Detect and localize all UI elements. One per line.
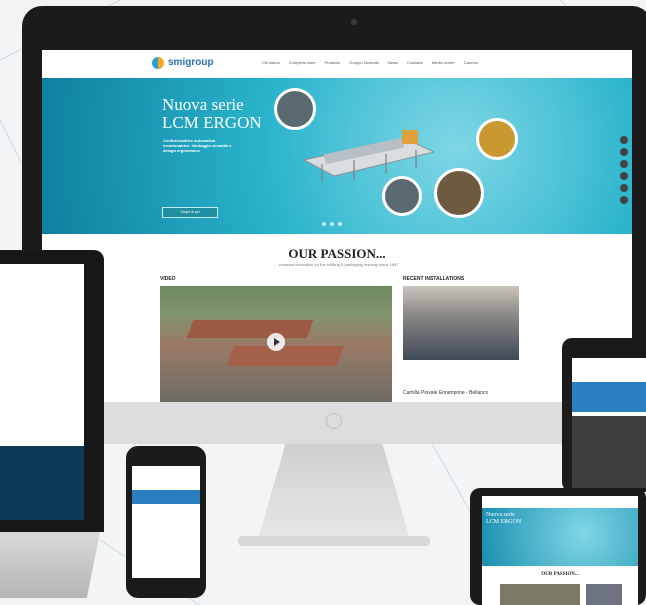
- small-tablet-video: [500, 584, 580, 605]
- nav-item[interactable]: Media center: [432, 60, 455, 65]
- installation-caption[interactable]: Camilla Piovale Enrampone - Bellanco: [403, 390, 488, 396]
- hero-title-line2: LCM ERGON: [162, 113, 262, 132]
- hero-bubble-2: [476, 118, 518, 160]
- nav-item[interactable]: News: [388, 60, 398, 65]
- small-tablet-frame: Nuova serie LCM ERGON OUR PASSION...: [470, 488, 646, 605]
- imac-screen: smigroup Chi siamo Completo linee Produc…: [42, 50, 632, 402]
- nav-item[interactable]: Gruppo Normale: [349, 60, 379, 65]
- hero-title: Nuova serie LCM ERGON: [162, 96, 262, 132]
- laptop-screen-footer: [0, 446, 84, 520]
- nav-item[interactable]: Chi siamo: [262, 60, 280, 65]
- slider-dots[interactable]: [322, 222, 342, 226]
- apple-logo-icon: [326, 413, 342, 429]
- nav-item[interactable]: Careers: [464, 60, 478, 65]
- passion-heading: OUR PASSION...: [288, 246, 386, 261]
- passion-subheading: ...constant innovation for the bottling …: [275, 262, 399, 267]
- hero-subtitle: Confezionatrice automatica incartonatric…: [163, 138, 232, 153]
- hero-slider: Nuova serie LCM ERGON Confezionatrice au…: [42, 78, 632, 234]
- small-tablet-screen: Nuova serie LCM ERGON OUR PASSION...: [482, 496, 638, 605]
- imac-camera: [351, 19, 357, 25]
- phone-banner: [132, 490, 200, 504]
- hero-cta-button[interactable]: Scopri di più: [162, 207, 218, 218]
- video-label: VIDEO: [160, 276, 176, 282]
- hero-bubble-1: [274, 88, 316, 130]
- phone-frame: [126, 446, 206, 598]
- nav-item[interactable]: Completo linee: [289, 60, 316, 65]
- imac-stand-foot: [238, 536, 430, 546]
- main-nav: Chi siamo Completo linee Products Gruppo…: [262, 60, 478, 65]
- phone-screen: [132, 466, 200, 578]
- nav-item[interactable]: Products: [324, 60, 340, 65]
- machine-image: [304, 130, 434, 182]
- installation-image[interactable]: [403, 286, 519, 360]
- laptop-keyboard: [0, 532, 100, 598]
- small-tablet-title: Nuova serie LCM ERGON: [486, 512, 522, 525]
- nav-item[interactable]: Contacts: [407, 60, 423, 65]
- laptop-frame: [0, 250, 104, 532]
- play-icon[interactable]: [267, 333, 285, 351]
- social-icons[interactable]: [620, 136, 628, 204]
- tablet-header: [572, 382, 646, 412]
- hero-bubble-4: [434, 168, 484, 218]
- tablet-frame: [562, 338, 646, 492]
- hero-title-line1: Nuova serie: [162, 95, 244, 114]
- small-tablet-passion: OUR PASSION...: [541, 572, 579, 577]
- tablet-content: [572, 416, 646, 488]
- hero-bubble-3: [382, 176, 422, 216]
- small-tablet-installation: [586, 584, 622, 605]
- small-tablet-hero: Nuova serie LCM ERGON: [482, 508, 638, 566]
- logo-icon[interactable]: [152, 57, 164, 69]
- site-logo[interactable]: smigroup: [168, 57, 214, 68]
- site-header: smigroup Chi siamo Completo linee Produc…: [42, 50, 632, 79]
- installations-label: RECENT INSTALLATIONS: [403, 276, 465, 282]
